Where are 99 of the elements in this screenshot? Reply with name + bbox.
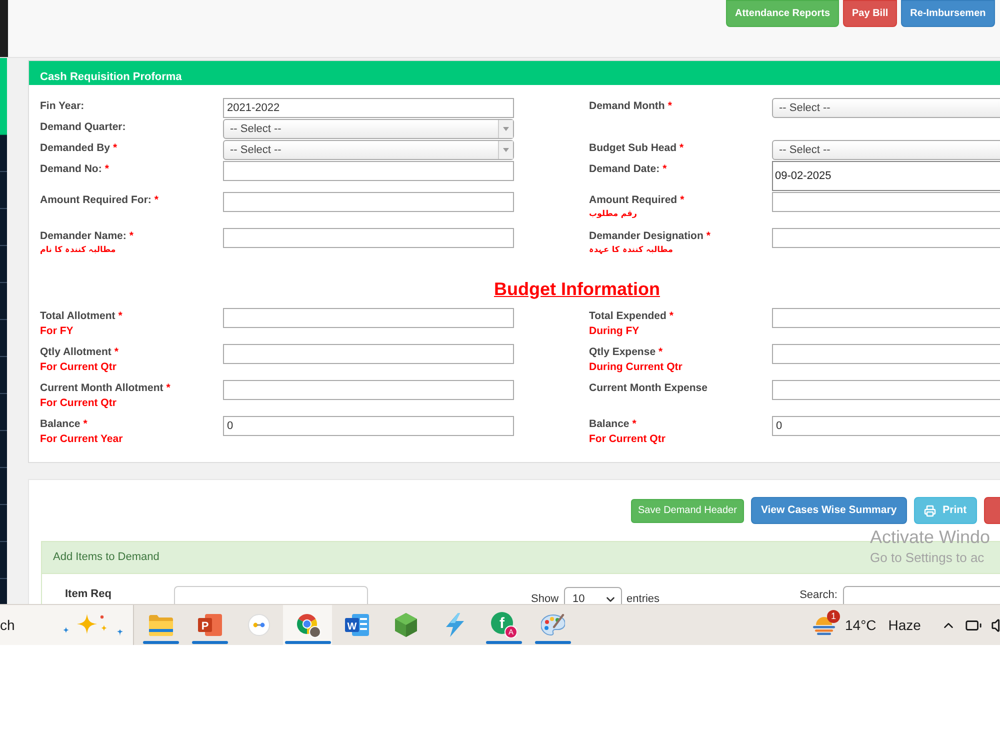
notification-badge: 1 (827, 610, 840, 623)
section-heading: Budget Information (494, 278, 660, 300)
field-label: Amount Required (589, 193, 678, 207)
select-dropdown[interactable]: -- Select -- (223, 119, 514, 139)
taskbar-app-button[interactable] (283, 605, 332, 645)
text-input[interactable] (772, 344, 1000, 364)
text-input[interactable] (223, 228, 514, 248)
field-label: Total Allotment (40, 309, 116, 323)
search-label: Search: (800, 588, 838, 602)
running-indicator (142, 641, 178, 644)
text-input[interactable]: 0 (223, 416, 514, 436)
required-asterisk: * (658, 345, 663, 359)
top-nav-button[interactable]: Pay Bill (843, 0, 898, 27)
field-label: Item Req (65, 587, 112, 601)
field-note: During Current Qtr (589, 360, 682, 375)
field-note: During FY (589, 324, 640, 339)
required-asterisk: * (669, 309, 674, 323)
weather-widget[interactable]: 1 14°C Haze (813, 605, 921, 645)
running-indicator (534, 641, 570, 644)
text-input[interactable] (772, 228, 1000, 248)
sparkles-icon (62, 614, 123, 636)
required-asterisk: * (154, 193, 159, 207)
text-input[interactable] (772, 308, 1000, 328)
activation-notice-title: Activate Windo (870, 526, 990, 548)
required-asterisk: * (668, 99, 672, 113)
field-label: Total Expended (589, 309, 666, 323)
text-input[interactable] (772, 380, 1000, 400)
select-dropdown[interactable]: -- Select -- (223, 140, 514, 160)
taskbar-app-button[interactable]: W (332, 605, 381, 645)
running-indicator (486, 641, 522, 644)
field-label: Qtly Expense (589, 345, 656, 359)
required-asterisk: * (680, 193, 684, 207)
field-note: For FY (40, 324, 74, 339)
field-label: Demand Quarter: (40, 120, 126, 134)
required-asterisk: * (113, 141, 118, 155)
required-asterisk: * (632, 417, 636, 431)
field-note: For Current Year (40, 432, 123, 447)
show-label: Show (531, 592, 559, 604)
required-asterisk: * (104, 162, 109, 176)
required-asterisk: * (114, 345, 118, 359)
required-asterisk: * (680, 141, 684, 155)
running-indicator (192, 641, 228, 644)
select-dropdown[interactable]: -- Select -- (772, 98, 1000, 118)
field-label: Balance (40, 417, 80, 431)
sidebar-header (0, 0, 8, 57)
field-label: Demand Month (589, 99, 665, 113)
action-button[interactable]: View Cases Wise Summary (750, 497, 907, 524)
required-asterisk: * (83, 417, 88, 431)
field-label: Current Month Allotment (40, 381, 164, 395)
card-title: Cash Requisition Proforma (40, 71, 182, 83)
dots-circle-icon (248, 614, 270, 636)
field-label: Fin Year: (40, 99, 84, 113)
palette-icon (540, 614, 564, 636)
field-label: Current Month Expense (589, 381, 708, 395)
text-input[interactable]: 0 (772, 416, 1000, 436)
field-note: For Current Qtr (40, 360, 116, 375)
field-note: For Current Qtr (40, 396, 116, 411)
panel-title: Add Items to Demand (53, 550, 160, 566)
field-label: Balance (589, 417, 630, 431)
text-input[interactable] (223, 308, 514, 328)
required-asterisk: * (118, 309, 122, 323)
text-input[interactable] (223, 344, 514, 364)
text-input[interactable] (223, 192, 514, 212)
field-label: Demand No: (40, 162, 102, 176)
required-asterisk: * (129, 229, 134, 243)
text-input[interactable] (223, 380, 514, 400)
running-indicator (284, 641, 330, 644)
urdu-label: رقم مطلوب (589, 208, 637, 220)
activation-notice-text: Go to Settings to ac (870, 549, 986, 567)
page-size-select[interactable]: 10 (564, 587, 622, 604)
date-input[interactable]: 09-02-2025 (772, 161, 1000, 191)
caret-icon (503, 127, 509, 131)
field-label: Amount Required For: (40, 193, 152, 207)
printer-icon (924, 504, 936, 516)
urdu-label: مطالبہ کنندہ کا عہدہ (589, 244, 673, 256)
field-label: Demander Name: (40, 229, 126, 243)
field-label: Demander Designation (589, 229, 704, 243)
required-asterisk: * (166, 381, 170, 395)
field-label: Qtly Allotment (40, 345, 112, 359)
lightning-icon (446, 613, 464, 637)
segmented-circle-icon (294, 612, 320, 638)
entries-label: entries (626, 592, 660, 604)
folder-icon (148, 614, 172, 636)
field-label: Demand Date: (589, 162, 660, 176)
field-label: Budget Sub Head (589, 141, 677, 155)
text-input[interactable] (772, 192, 1000, 212)
required-asterisk: * (706, 229, 710, 243)
text-input[interactable]: 2021-2022 (223, 98, 514, 118)
caret-icon (503, 148, 509, 152)
hexagon-icon (394, 613, 416, 637)
taskbar-app-button[interactable]: P (185, 605, 234, 645)
top-nav-button[interactable]: Re-Imbursemen (901, 0, 995, 27)
text-input[interactable] (223, 161, 514, 181)
select-dropdown[interactable]: -- Select -- (772, 140, 1000, 160)
field-label: Demanded By (40, 141, 110, 155)
required-asterisk: * (662, 162, 667, 176)
search-box[interactable]: ch (0, 605, 134, 645)
field-note: For Current Qtr (589, 432, 666, 447)
urdu-label: مطالبہ کنندہ کا نام (40, 244, 116, 256)
